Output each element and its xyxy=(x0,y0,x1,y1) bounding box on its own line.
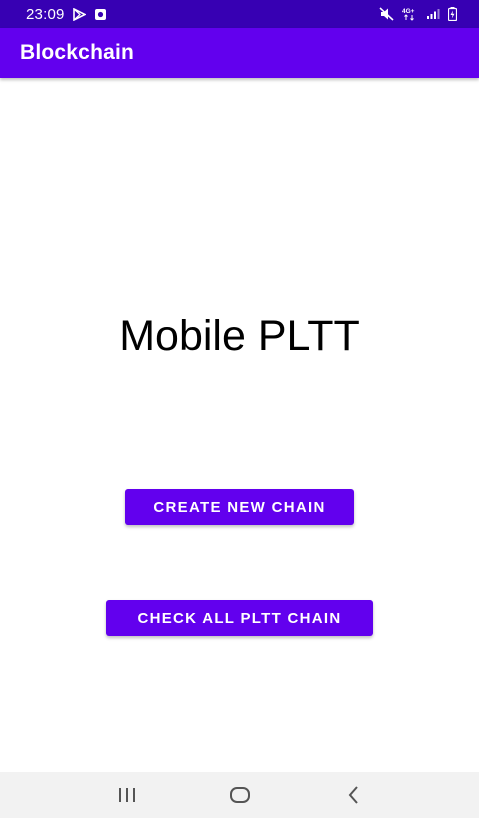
status-left: 23:09 xyxy=(26,6,107,23)
home-icon xyxy=(229,787,250,803)
create-new-chain-button[interactable]: CREATE NEW CHAIN xyxy=(125,489,354,525)
status-time: 23:09 xyxy=(26,5,65,23)
network-label: 4G+ xyxy=(402,8,415,15)
check-all-pltt-chain-button[interactable]: CHECK ALL PLTT CHAIN xyxy=(106,600,373,636)
recents-button[interactable] xyxy=(107,775,147,815)
status-right: 4G+ xyxy=(379,7,457,21)
app-bar: Blockchain xyxy=(0,28,479,78)
mute-icon xyxy=(379,7,394,21)
app-screen: 23:09 4G+ Blockchain Mobile PLTT CREATE … xyxy=(0,0,479,818)
battery-icon xyxy=(448,7,457,21)
play-store-icon xyxy=(72,7,86,21)
app-title: Blockchain xyxy=(20,41,135,64)
home-button[interactable] xyxy=(220,775,260,815)
navigation-bar xyxy=(0,772,479,818)
main-heading: Mobile PLTT xyxy=(119,312,360,360)
recents-icon xyxy=(118,788,135,802)
network-4g-icon: 4G+ xyxy=(402,7,418,21)
screenshot-icon xyxy=(94,8,107,21)
signal-icon xyxy=(426,8,440,20)
back-icon xyxy=(348,786,358,804)
status-bar: 23:09 4G+ xyxy=(0,0,479,28)
back-button[interactable] xyxy=(333,775,373,815)
